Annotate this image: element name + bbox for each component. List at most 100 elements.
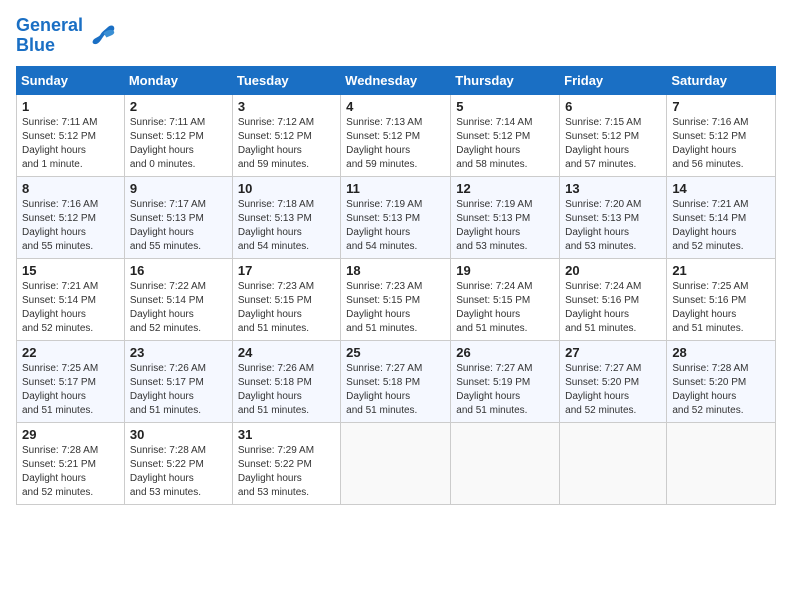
- empty-cell: [667, 422, 776, 504]
- day-detail-4: Sunrise: 7:13 AMSunset: 5:12 PMDaylight …: [346, 116, 445, 172]
- day-cell-13: 13 Sunrise: 7:20 AMSunset: 5:13 PMDayligh…: [560, 176, 667, 258]
- day-number-19: 19: [456, 263, 554, 278]
- logo: GeneralBlue: [16, 16, 117, 56]
- day-number-3: 3: [238, 99, 335, 114]
- day-detail-18: Sunrise: 7:23 AMSunset: 5:15 PMDaylight …: [346, 280, 445, 336]
- day-number-12: 12: [456, 181, 554, 196]
- day-detail-28: Sunrise: 7:28 AMSunset: 5:20 PMDaylight …: [672, 362, 770, 418]
- day-number-13: 13: [565, 181, 661, 196]
- week-row-2: 8 Sunrise: 7:16 AMSunset: 5:12 PMDaylight…: [17, 176, 776, 258]
- header-wednesday: Wednesday: [341, 66, 451, 94]
- day-number-1: 1: [22, 99, 119, 114]
- calendar-header-row: SundayMondayTuesdayWednesdayThursdayFrid…: [17, 66, 776, 94]
- day-cell-12: 12 Sunrise: 7:19 AMSunset: 5:13 PMDayligh…: [451, 176, 560, 258]
- empty-cell: [451, 422, 560, 504]
- day-number-10: 10: [238, 181, 335, 196]
- day-cell-23: 23 Sunrise: 7:26 AMSunset: 5:17 PMDayligh…: [124, 340, 232, 422]
- day-number-28: 28: [672, 345, 770, 360]
- day-detail-17: Sunrise: 7:23 AMSunset: 5:15 PMDaylight …: [238, 280, 335, 336]
- day-cell-4: 4 Sunrise: 7:13 AMSunset: 5:12 PMDaylight…: [341, 94, 451, 176]
- day-number-7: 7: [672, 99, 770, 114]
- day-cell-27: 27 Sunrise: 7:27 AMSunset: 5:20 PMDayligh…: [560, 340, 667, 422]
- day-number-5: 5: [456, 99, 554, 114]
- day-cell-29: 29Sunrise: 7:28 AMSunset: 5:21 PMDayligh…: [17, 422, 125, 504]
- day-detail-22: Sunrise: 7:25 AMSunset: 5:17 PMDaylight …: [22, 362, 119, 418]
- day-number-25: 25: [346, 345, 445, 360]
- empty-cell: [341, 422, 451, 504]
- day-detail-21: Sunrise: 7:25 AMSunset: 5:16 PMDaylight …: [672, 280, 770, 336]
- day-cell-21: 21 Sunrise: 7:25 AMSunset: 5:16 PMDayligh…: [667, 258, 776, 340]
- day-number-21: 21: [672, 263, 770, 278]
- day-detail-1: Sunrise: 7:11 AMSunset: 5:12 PMDaylight …: [22, 116, 119, 172]
- day-number-2: 2: [130, 99, 227, 114]
- day-cell-31: 31Sunrise: 7:29 AMSunset: 5:22 PMDayligh…: [232, 422, 340, 504]
- day-number-4: 4: [346, 99, 445, 114]
- day-cell-16: 16Sunrise: 7:22 AMSunset: 5:14 PMDayligh…: [124, 258, 232, 340]
- day-cell-22: 22Sunrise: 7:25 AMSunset: 5:17 PMDayligh…: [17, 340, 125, 422]
- logo-bird-icon: [87, 21, 117, 51]
- day-cell-19: 19 Sunrise: 7:24 AMSunset: 5:15 PMDayligh…: [451, 258, 560, 340]
- week-row-5: 29Sunrise: 7:28 AMSunset: 5:21 PMDayligh…: [17, 422, 776, 504]
- day-cell-2: 2 Sunrise: 7:11 AMSunset: 5:12 PMDaylight…: [124, 94, 232, 176]
- day-detail-13: Sunrise: 7:20 AMSunset: 5:13 PMDaylight …: [565, 198, 661, 254]
- day-cell-17: 17 Sunrise: 7:23 AMSunset: 5:15 PMDayligh…: [232, 258, 340, 340]
- day-detail-19: Sunrise: 7:24 AMSunset: 5:15 PMDaylight …: [456, 280, 554, 336]
- day-cell-6: 6 Sunrise: 7:15 AMSunset: 5:12 PMDaylight…: [560, 94, 667, 176]
- page-header: GeneralBlue: [16, 16, 776, 56]
- day-number-27: 27: [565, 345, 661, 360]
- day-detail-7: Sunrise: 7:16 AMSunset: 5:12 PMDaylight …: [672, 116, 770, 172]
- day-detail-10: Sunrise: 7:18 AMSunset: 5:13 PMDaylight …: [238, 198, 335, 254]
- day-cell-8: 8 Sunrise: 7:16 AMSunset: 5:12 PMDaylight…: [17, 176, 125, 258]
- day-number-11: 11: [346, 181, 445, 196]
- calendar-table: SundayMondayTuesdayWednesdayThursdayFrid…: [16, 66, 776, 505]
- day-cell-25: 25 Sunrise: 7:27 AMSunset: 5:18 PMDayligh…: [341, 340, 451, 422]
- day-number-8: 8: [22, 181, 119, 196]
- day-detail-8: Sunrise: 7:16 AMSunset: 5:12 PMDaylight …: [22, 198, 119, 254]
- day-detail-9: Sunrise: 7:17 AMSunset: 5:13 PMDaylight …: [130, 198, 227, 254]
- day-detail-25: Sunrise: 7:27 AMSunset: 5:18 PMDaylight …: [346, 362, 445, 418]
- day-cell-11: 11 Sunrise: 7:19 AMSunset: 5:13 PMDayligh…: [341, 176, 451, 258]
- header-friday: Friday: [560, 66, 667, 94]
- day-cell-20: 20 Sunrise: 7:24 AMSunset: 5:16 PMDayligh…: [560, 258, 667, 340]
- day-number-26: 26: [456, 345, 554, 360]
- day-cell-10: 10 Sunrise: 7:18 AMSunset: 5:13 PMDayligh…: [232, 176, 340, 258]
- day-number-29: 29: [22, 427, 119, 442]
- header-sunday: Sunday: [17, 66, 125, 94]
- day-detail-23: Sunrise: 7:26 AMSunset: 5:17 PMDaylight …: [130, 362, 227, 418]
- logo-text: GeneralBlue: [16, 16, 83, 56]
- day-detail-11: Sunrise: 7:19 AMSunset: 5:13 PMDaylight …: [346, 198, 445, 254]
- day-detail-14: Sunrise: 7:21 AMSunset: 5:14 PMDaylight …: [672, 198, 770, 254]
- day-number-18: 18: [346, 263, 445, 278]
- day-detail-6: Sunrise: 7:15 AMSunset: 5:12 PMDaylight …: [565, 116, 661, 172]
- week-row-4: 22Sunrise: 7:25 AMSunset: 5:17 PMDayligh…: [17, 340, 776, 422]
- day-detail-5: Sunrise: 7:14 AMSunset: 5:12 PMDaylight …: [456, 116, 554, 172]
- week-row-1: 1 Sunrise: 7:11 AMSunset: 5:12 PMDaylight…: [17, 94, 776, 176]
- day-detail-20: Sunrise: 7:24 AMSunset: 5:16 PMDaylight …: [565, 280, 661, 336]
- day-number-23: 23: [130, 345, 227, 360]
- day-cell-3: 3 Sunrise: 7:12 AMSunset: 5:12 PMDaylight…: [232, 94, 340, 176]
- day-detail-12: Sunrise: 7:19 AMSunset: 5:13 PMDaylight …: [456, 198, 554, 254]
- day-number-30: 30: [130, 427, 227, 442]
- day-cell-28: 28 Sunrise: 7:28 AMSunset: 5:20 PMDayligh…: [667, 340, 776, 422]
- day-cell-30: 30Sunrise: 7:28 AMSunset: 5:22 PMDayligh…: [124, 422, 232, 504]
- week-row-3: 15 Sunrise: 7:21 AMSunset: 5:14 PMDayligh…: [17, 258, 776, 340]
- header-monday: Monday: [124, 66, 232, 94]
- day-cell-1: 1 Sunrise: 7:11 AMSunset: 5:12 PMDaylight…: [17, 94, 125, 176]
- day-detail-2: Sunrise: 7:11 AMSunset: 5:12 PMDaylight …: [130, 116, 227, 172]
- day-number-24: 24: [238, 345, 335, 360]
- day-number-15: 15: [22, 263, 119, 278]
- day-number-9: 9: [130, 181, 227, 196]
- day-number-14: 14: [672, 181, 770, 196]
- day-detail-27: Sunrise: 7:27 AMSunset: 5:20 PMDaylight …: [565, 362, 661, 418]
- day-cell-26: 26Sunrise: 7:27 AMSunset: 5:19 PMDayligh…: [451, 340, 560, 422]
- day-cell-7: 7 Sunrise: 7:16 AMSunset: 5:12 PMDaylight…: [667, 94, 776, 176]
- day-number-17: 17: [238, 263, 335, 278]
- day-detail-15: Sunrise: 7:21 AMSunset: 5:14 PMDaylight …: [22, 280, 119, 336]
- day-detail-3: Sunrise: 7:12 AMSunset: 5:12 PMDaylight …: [238, 116, 335, 172]
- day-cell-18: 18 Sunrise: 7:23 AMSunset: 5:15 PMDayligh…: [341, 258, 451, 340]
- day-number-20: 20: [565, 263, 661, 278]
- header-tuesday: Tuesday: [232, 66, 340, 94]
- header-saturday: Saturday: [667, 66, 776, 94]
- calendar-body: 1 Sunrise: 7:11 AMSunset: 5:12 PMDaylight…: [17, 94, 776, 504]
- day-number-6: 6: [565, 99, 661, 114]
